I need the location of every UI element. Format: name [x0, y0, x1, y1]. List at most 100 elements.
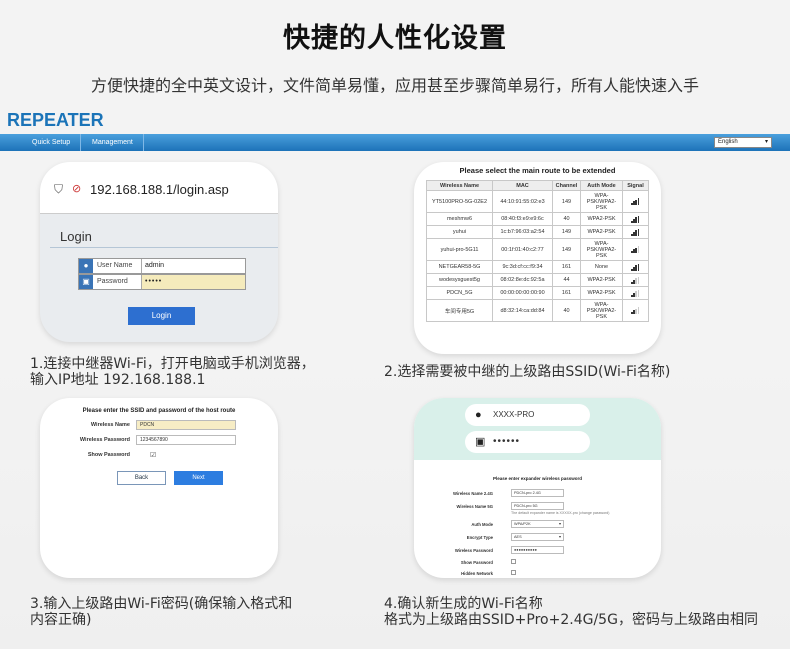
expander-form-title: Please enter expander wireless password: [492, 476, 583, 481]
table-cell-mac: 08:02:8e:dc:92:5a: [492, 273, 553, 287]
hidden-network-label: Hidden Network: [461, 571, 493, 576]
table-cell-auth: WPA-PSK/WPA2-PSK: [580, 299, 623, 322]
address-url: 192.168.188.1/login.asp: [90, 182, 229, 197]
table-cell-channel: 161: [552, 286, 581, 300]
router-table-title: Please select the main route to be exten…: [459, 166, 616, 175]
expander-password-input[interactable]: ●●●●●●●●●●: [511, 546, 564, 554]
signal-strength-icon: [631, 198, 640, 205]
hidden-network-checkbox[interactable]: [511, 570, 516, 575]
table-row[interactable]: yuhui 1c:b7:96:03:a2:54 149 WPA2-PSK: [426, 225, 649, 239]
table-cell-signal: [622, 273, 649, 287]
wireless-password-input[interactable]: 1234567890: [136, 435, 236, 445]
table-cell-signal: [622, 286, 649, 300]
language-select[interactable]: English ▾: [714, 137, 772, 148]
table-cell-mac: 9c:3d:cf:cc:f9:34: [492, 260, 553, 274]
lock-icon: ▣: [79, 275, 93, 289]
expander-show-password-checkbox[interactable]: [511, 559, 516, 564]
table-cell-auth: WPA2-PSK: [580, 225, 623, 239]
tab-management[interactable]: Management: [82, 134, 144, 151]
table-cell-auth: WPA2-PSK: [580, 286, 623, 300]
table-row[interactable]: meshmw6 08:40:f3:e9:e9:6c 40 WPA2-PSK: [426, 212, 649, 226]
username-row: ● User Name admin: [78, 258, 246, 274]
step4-caption: 4.确认新生成的Wi-Fi名称 格式为上级路由SSID+Pro+2.4G/5G，…: [384, 596, 758, 628]
password-pill-text: ••••••: [493, 436, 521, 447]
show-password-label: Show Password: [87, 452, 130, 458]
table-row[interactable]: 车间专用5G d8:32:14:ca:dd:84 40 WPA-PSK/WPA2-PS…: [426, 299, 649, 322]
chevron-down-icon: ▾: [558, 534, 561, 539]
table-row[interactable]: yuhui-pro-5G11 00:1f:01:40:c2:77 149 WPA-PS…: [426, 238, 649, 261]
table-row[interactable]: wodesysguest5g 08:02:8e:dc:92:5a 44 WPA2-PS…: [426, 273, 649, 287]
auth-mode-select[interactable]: WPA/P2K ▾: [511, 520, 564, 528]
table-cell-auth: WPA2-PSK: [580, 273, 623, 287]
expander-show-password-label: Show Password: [460, 560, 493, 565]
table-cell-signal: [622, 260, 649, 274]
signal-strength-icon: [631, 215, 640, 223]
username-input[interactable]: admin: [141, 259, 245, 273]
col-mac: MAC: [492, 180, 553, 191]
table-row[interactable]: YT5100PRO-5G-02E2 44:10:91:55:02:e3 149 WPA…: [426, 190, 649, 213]
back-button[interactable]: Back: [117, 471, 166, 485]
table-row[interactable]: NETGEAR58-5G 9c:3d:cf:cc:f9:34 161 None: [426, 260, 649, 274]
table-cell-auth: None: [580, 260, 623, 274]
col-channel: Channel: [552, 180, 581, 191]
step2-caption: 2.选择需要被中继的上级路由SSID(Wi-Fi名称): [384, 364, 671, 380]
wireless-name-5g-input[interactable]: PDCN-pro 5G: [511, 502, 564, 510]
wireless-name-24g-input[interactable]: PDCN-pro 2.4G: [511, 489, 564, 497]
username-label: User Name: [97, 262, 133, 269]
table-cell-mac: 1c:b7:96:03:a2:54: [492, 225, 553, 239]
insecure-lock-icon: ⊘: [72, 182, 82, 195]
language-select-value: English: [718, 139, 738, 145]
step4-caption-line2: 格式为上级路由SSID+Pro+2.4G/5G，密码与上级路由相同: [384, 612, 758, 628]
step2-router-list-screenshot: Please select the main route to be exten…: [414, 162, 661, 354]
tab-quick-setup[interactable]: Quick Setup: [22, 134, 82, 151]
step4-caption-line1: 4.确认新生成的Wi-Fi名称: [384, 596, 543, 612]
table-cell-name: meshmw6: [426, 212, 493, 226]
encrypt-type-select[interactable]: AES ▾: [511, 533, 564, 541]
wifi-credentials-banner: ● XXXX-PRO ▣ ••••••: [414, 398, 661, 460]
table-cell-name: yuhui-pro-5G11: [426, 238, 493, 261]
table-cell-mac: 00:1f:01:40:c2:77: [492, 238, 553, 261]
password-input[interactable]: •••••: [141, 275, 245, 289]
col-signal: Signal: [622, 180, 649, 191]
table-cell-name: 车间专用5G: [426, 299, 493, 322]
table-cell-channel: 40: [552, 299, 581, 322]
ssid-pill: ● XXXX-PRO: [465, 404, 590, 426]
expander-name-note: The default expander name is XXXXX-pro (…: [511, 511, 610, 515]
login-button[interactable]: Login: [128, 307, 195, 325]
chevron-down-icon: ▾: [558, 521, 561, 526]
next-button[interactable]: Next: [174, 471, 223, 485]
password-row: ▣ Password •••••: [78, 274, 246, 290]
table-cell-auth: WPA-PSK/WPA2-PSK: [580, 238, 623, 261]
chevron-down-icon: ▾: [764, 139, 768, 145]
ssid-form-title: Please enter the SSID and password of th…: [82, 408, 236, 414]
step1-caption: 1.连接中继器Wi-Fi，打开电脑或手机浏览器， 输入IP地址 192.168.…: [30, 356, 315, 388]
table-cell-channel: 149: [552, 225, 581, 239]
user-icon: ●: [79, 259, 93, 273]
step3-caption-line2: 内容正确): [30, 612, 92, 628]
wireless-name-input[interactable]: PDCN: [136, 420, 236, 430]
table-cell-name: wodesysguest5g: [426, 273, 493, 287]
table-cell-channel: 161: [552, 260, 581, 274]
step4-expander-screenshot: ● XXXX-PRO ▣ •••••• Please enter expande…: [414, 398, 661, 578]
step1-login-screenshot: ⛉ ⊘ 192.168.188.1/login.asp Login ● User…: [40, 162, 278, 342]
table-cell-mac: 08:40:f3:e9:e9:6c: [492, 212, 553, 226]
col-auth-mode: Auth Mode: [580, 180, 623, 191]
signal-strength-icon: [631, 246, 640, 253]
wireless-password-label: Wireless Password: [79, 437, 130, 443]
table-cell-mac: d8:32:14:ca:dd:84: [492, 299, 553, 322]
shield-icon: ⛉: [54, 182, 64, 196]
encrypt-type-value: AES: [514, 535, 522, 539]
table-cell-mac: 00:00:00:00:00:90: [492, 286, 553, 300]
page-subtitle: 方便快捷的全中英文设计，文件简单易懂，应用甚至步骤简单易行，所有人能快速入手: [90, 76, 699, 95]
table-cell-channel: 44: [552, 273, 581, 287]
browser-address-bar[interactable]: ⛉ ⊘ 192.168.188.1/login.asp: [40, 162, 278, 214]
show-password-checkbox[interactable]: ☑: [150, 451, 156, 459]
table-cell-signal: [622, 238, 649, 261]
repeater-logo: REPEATER: [7, 110, 104, 130]
table-row[interactable]: PDCN_5G 00:00:00:00:00:90 161 WPA2-PSK: [426, 286, 649, 300]
table-cell-channel: 149: [552, 190, 581, 213]
signal-strength-icon: [631, 307, 640, 314]
login-heading: Login: [60, 229, 92, 244]
step3-ssid-form-screenshot: Please enter the SSID and password of th…: [40, 398, 278, 578]
step3-caption: 3.输入上级路由Wi-Fi密码(确保输入格式和 内容正确): [30, 596, 292, 628]
